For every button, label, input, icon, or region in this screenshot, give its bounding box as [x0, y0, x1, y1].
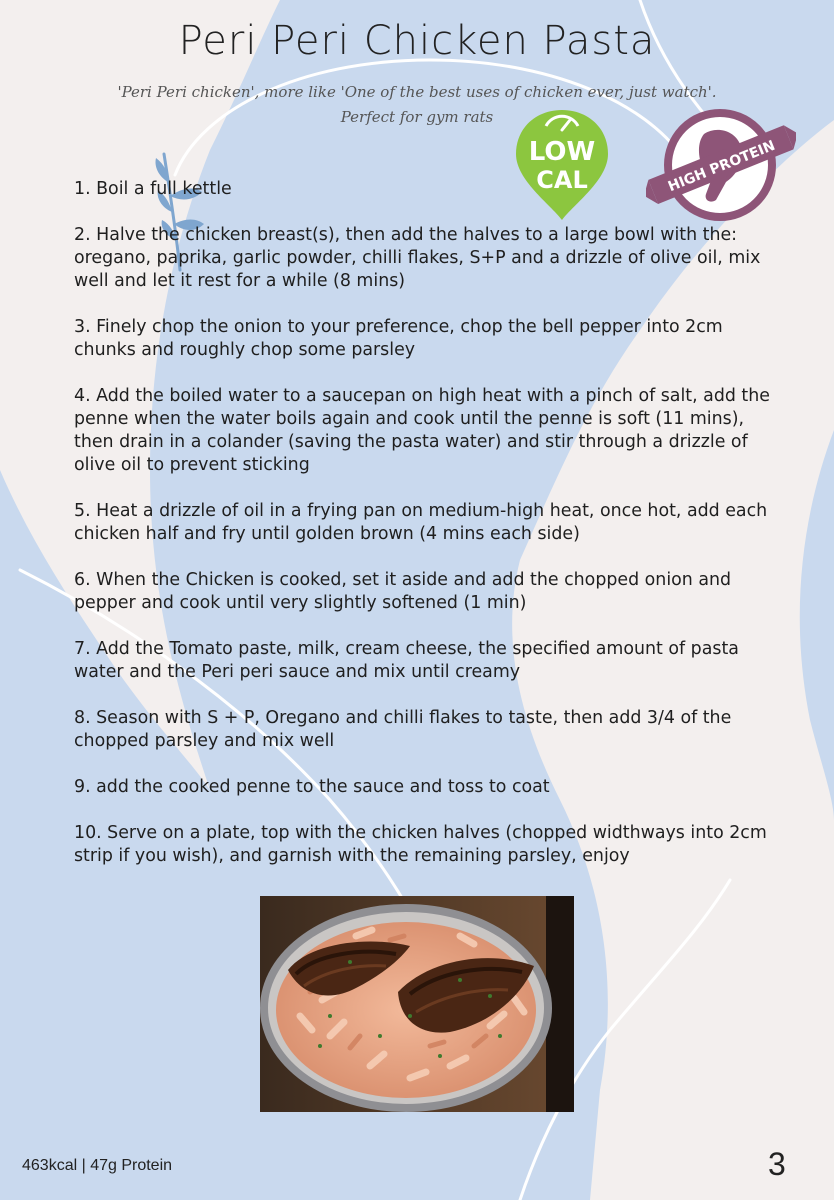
instruction-step: 3. Finely chop the onion to your prefere… — [74, 317, 723, 360]
subtitle-line-1: 'Peri Peri chicken', more like 'One of t… — [117, 83, 717, 101]
instruction-step: 7. Add the Tomato paste, milk, cream che… — [74, 639, 739, 682]
instruction-step: 1. Boil a full kettle — [74, 179, 232, 199]
instruction-step: 4. Add the boiled water to a saucepan on… — [74, 386, 770, 475]
page-number: 3 — [768, 1146, 786, 1182]
instruction-step: 8. Season with S + P, Oregano and chilli… — [74, 708, 732, 751]
instruction-step: 5. Heat a drizzle of oil in a frying pan… — [74, 501, 768, 544]
nutrition-summary: 463kcal | 47g Protein — [22, 1157, 173, 1174]
instructions-list: 1. Boil a full kettle 2. Halve the chick… — [74, 178, 774, 891]
instruction-step: 9. add the cooked penne to the sauce and… — [74, 777, 550, 797]
instruction-step: 6. When the Chicken is cooked, set it as… — [74, 570, 732, 613]
instruction-step: 10. Serve on a plate, top with the chick… — [74, 823, 767, 866]
recipe-page: Peri Peri Chicken Pasta 'Peri Peri chick… — [0, 0, 834, 1200]
instruction-step: 2. Halve the chicken breast(s), then add… — [74, 225, 761, 291]
recipe-title: Peri Peri Chicken Pasta — [178, 18, 656, 64]
dish-photo — [260, 896, 574, 1112]
low-cal-line-1: LOW — [529, 137, 595, 167]
